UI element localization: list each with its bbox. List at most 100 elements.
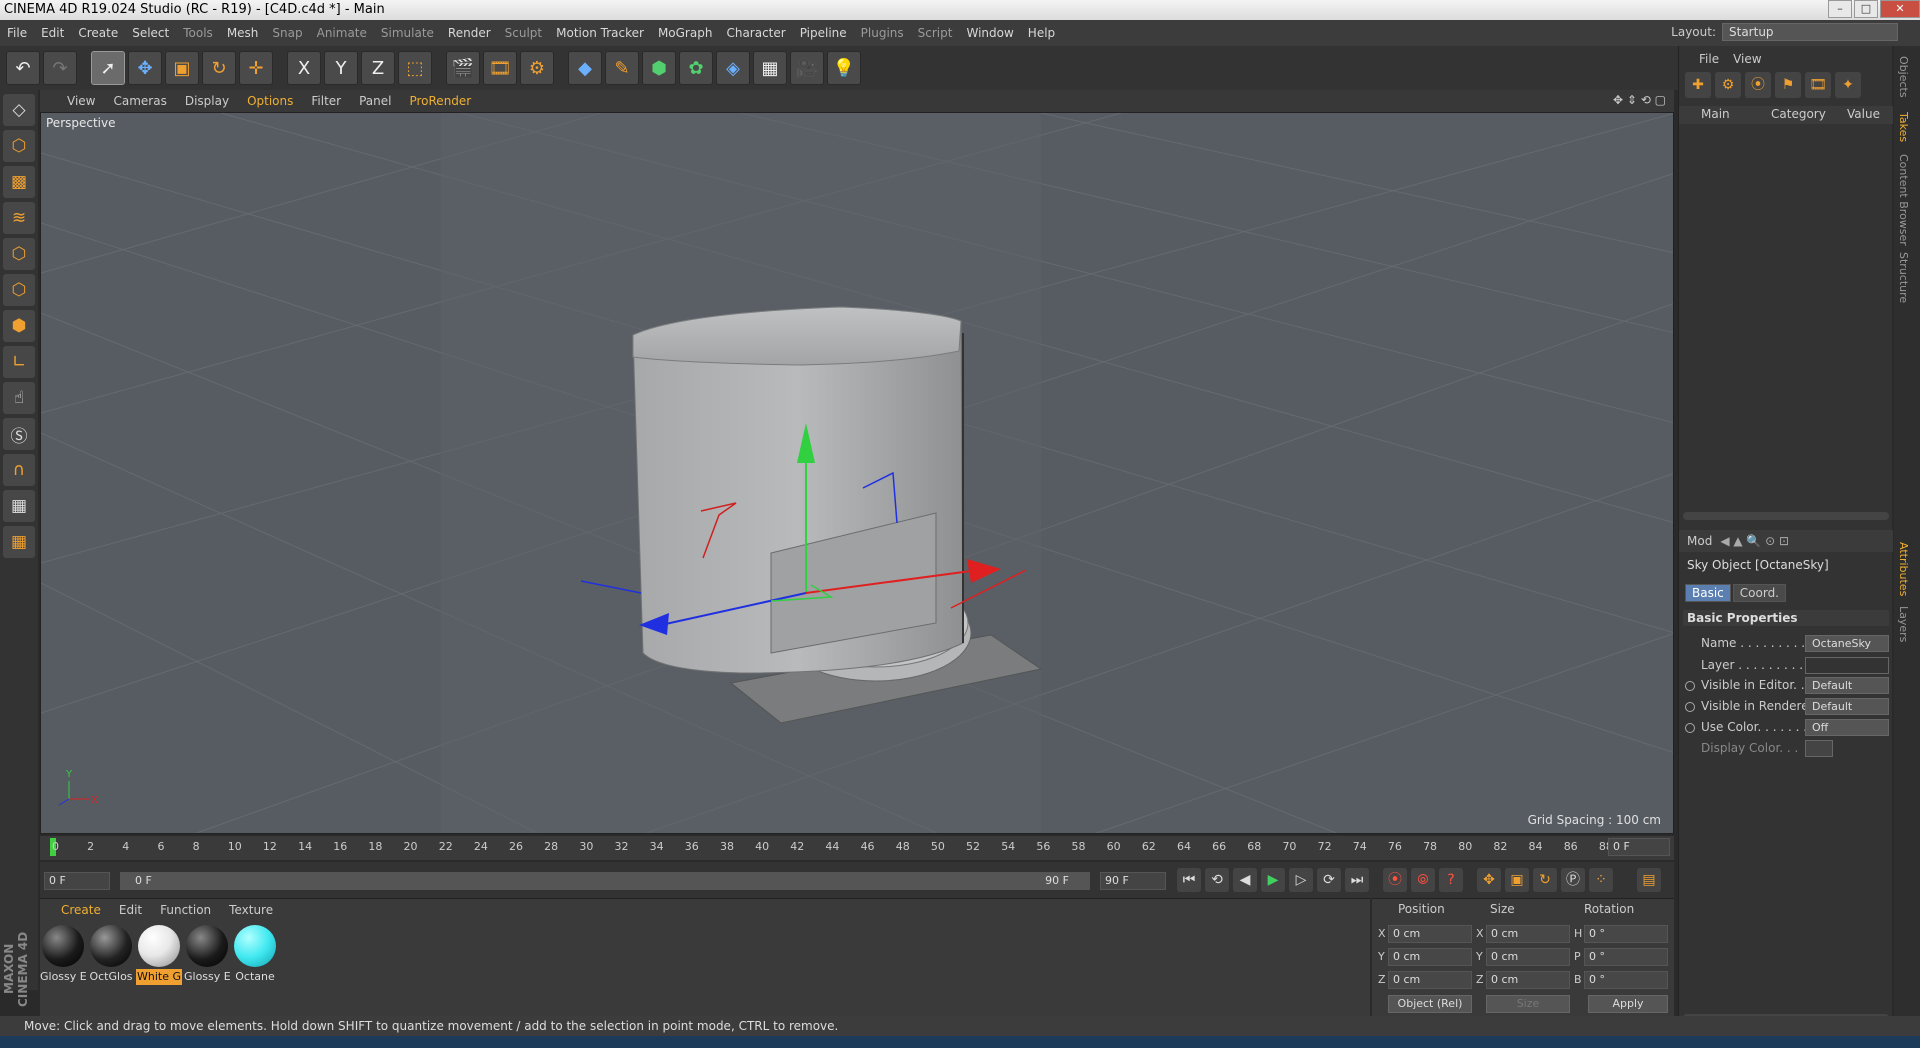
go-to-start-icon[interactable]: ⏮ [1177, 868, 1201, 892]
key-position-icon[interactable]: ✥ [1477, 868, 1501, 892]
play-icon[interactable]: ▶ [1261, 868, 1285, 892]
viewport-menu-view[interactable]: View [58, 94, 104, 108]
floor-icon[interactable]: ▦ [753, 51, 787, 85]
material-item[interactable]: Glossy E [40, 925, 86, 985]
keyframe-selection-icon[interactable]: ? [1439, 868, 1463, 892]
select-arrow-icon[interactable]: ➚ [91, 51, 125, 85]
take-render-icon[interactable]: 🎞 [1805, 72, 1831, 98]
deformer-icon[interactable]: ◈ [716, 51, 750, 85]
subdivision-icon[interactable]: ⬢ [642, 51, 676, 85]
record-icon[interactable]: ⦿ [1383, 868, 1407, 892]
menu-animate[interactable]: Animate [310, 26, 374, 40]
apply-button[interactable]: Apply [1588, 995, 1668, 1013]
workplane-icon[interactable]: ≋ [3, 202, 35, 234]
maximize-button[interactable]: □ [1854, 0, 1878, 18]
vtab-attributes[interactable]: Attributes [1897, 542, 1910, 596]
material-item[interactable]: White G [136, 925, 182, 985]
viewport-menu-display[interactable]: Display [176, 94, 238, 108]
go-to-end-icon[interactable]: ⏭ [1345, 868, 1369, 892]
menu-motion-tracker[interactable]: Motion Tracker [549, 26, 651, 40]
edges-mode-icon[interactable]: ⬡ [3, 274, 35, 306]
attr-name-field[interactable]: OctaneSky [1805, 635, 1889, 652]
tab-coord[interactable]: Coord. [1732, 584, 1786, 602]
material-menu-create[interactable]: Create [52, 903, 110, 917]
key-parameter-icon[interactable]: Ⓟ [1561, 868, 1585, 892]
z-axis-icon[interactable]: Z [361, 51, 395, 85]
attr-visible-renderer-dropdown[interactable]: Default [1805, 698, 1889, 715]
attr-display-color-swatch[interactable] [1805, 740, 1833, 757]
axis-mode-icon[interactable]: ∟ [3, 346, 35, 378]
minimize-button[interactable]: – [1828, 0, 1852, 18]
menu-create[interactable]: Create [71, 26, 125, 40]
rotation-h-field[interactable]: 0 ° [1584, 925, 1668, 943]
attributes-nav-icons[interactable]: ◀ ▲ 🔍 ⊙ ⊡ [1720, 534, 1789, 548]
menu-plugins[interactable]: Plugins [854, 26, 911, 40]
attr-visible-editor-dropdown[interactable]: Default [1805, 677, 1889, 694]
scale-icon[interactable]: ▣ [165, 51, 199, 85]
planar-workplane-icon[interactable]: ▦ [3, 526, 35, 558]
viewport-nav-icons[interactable]: ✥ ⇕ ⟲ ▢ [1613, 93, 1666, 107]
material-item[interactable]: Glossy E [184, 925, 230, 985]
vtab-takes[interactable]: Takes [1897, 112, 1910, 142]
menu-help[interactable]: Help [1021, 26, 1062, 40]
vtab-objects[interactable]: Objects [1897, 56, 1910, 98]
object-menu-file[interactable]: File [1699, 52, 1719, 66]
key-scale-icon[interactable]: ▣ [1505, 868, 1529, 892]
next-key-icon[interactable]: ⟳ [1317, 868, 1341, 892]
take-lock-icon[interactable]: ⚑ [1775, 72, 1801, 98]
texture-mode-icon[interactable]: ▩ [3, 166, 35, 198]
position-y-field[interactable]: 0 cm [1388, 948, 1472, 966]
menu-mograph[interactable]: MoGraph [651, 26, 720, 40]
model-mode-icon[interactable]: ⬡ [3, 130, 35, 162]
menu-sculpt[interactable]: Sculpt [498, 26, 549, 40]
pen-icon[interactable]: ✎ [605, 51, 639, 85]
coord-mode-dropdown[interactable]: Object (Rel) [1388, 995, 1472, 1013]
coordinate-system-icon[interactable]: ⬚ [398, 51, 432, 85]
position-x-field[interactable]: 0 cm [1388, 925, 1472, 943]
material-menu-texture[interactable]: Texture [220, 903, 282, 917]
end-frame-field[interactable]: 90 F [1100, 872, 1166, 890]
vtab-layers[interactable]: Layers [1897, 606, 1910, 642]
timeline-ruler[interactable]: 0 2 4 6 8 10 12 14 16 18 20 22 24 26 28 30 32 34 36 38 40 42 4… [40, 836, 1674, 860]
attr-layer-field[interactable] [1805, 657, 1889, 674]
viewport-menu-filter[interactable]: Filter [302, 94, 350, 108]
points-mode-icon[interactable]: ⬡ [3, 238, 35, 270]
move-icon[interactable]: ✥ [128, 51, 162, 85]
radio-icon[interactable] [1685, 723, 1695, 733]
position-z-field[interactable]: 0 cm [1388, 971, 1472, 989]
menu-select[interactable]: Select [125, 26, 176, 40]
rotation-p-field[interactable]: 0 ° [1584, 948, 1668, 966]
material-item[interactable]: Octane [232, 925, 278, 985]
redo-icon[interactable]: ↷ [43, 51, 77, 85]
y-axis-icon[interactable]: Y [324, 51, 358, 85]
new-take-icon[interactable]: ✚ [1685, 72, 1711, 98]
current-frame-field[interactable]: 0 F [1608, 838, 1670, 856]
take-override-icon[interactable]: ⚙ [1715, 72, 1741, 98]
light-icon[interactable]: 💡 [827, 51, 861, 85]
cube-icon[interactable]: ◆ [568, 51, 602, 85]
previous-frame-icon[interactable]: ◀ [1233, 868, 1257, 892]
horizontal-scrollbar[interactable] [1683, 512, 1889, 520]
menu-mesh[interactable]: Mesh [220, 26, 266, 40]
menu-script[interactable]: Script [911, 26, 960, 40]
radio-icon[interactable] [1685, 702, 1695, 712]
viewport-menu-cameras[interactable]: Cameras [104, 94, 175, 108]
autokey-icon[interactable]: ⦾ [1411, 868, 1435, 892]
auto-take-icon[interactable]: ⦿ [1745, 72, 1771, 98]
layout-dropdown[interactable]: Startup [1722, 23, 1898, 41]
snap-icon[interactable]: ∩ [3, 454, 35, 486]
cloner-icon[interactable]: ✿ [679, 51, 713, 85]
vtab-structure[interactable]: Structure [1897, 252, 1910, 303]
size-y-field[interactable]: 0 cm [1486, 948, 1570, 966]
frame-range-slider[interactable]: 0 F 90 F [120, 872, 1090, 890]
render-picture-viewer-icon[interactable]: 🎞 [483, 51, 517, 85]
material-item[interactable]: OctGlos [88, 925, 134, 985]
menu-window[interactable]: Window [959, 26, 1020, 40]
column-main[interactable]: Main [1701, 107, 1730, 121]
material-menu-edit[interactable]: Edit [110, 903, 151, 917]
menu-file[interactable]: File [0, 26, 34, 40]
viewport-menu-panel[interactable]: Panel [350, 94, 400, 108]
start-frame-field[interactable]: 0 F [44, 872, 110, 890]
menu-edit[interactable]: Edit [34, 26, 71, 40]
viewport-menu-options[interactable]: Options [238, 94, 302, 108]
